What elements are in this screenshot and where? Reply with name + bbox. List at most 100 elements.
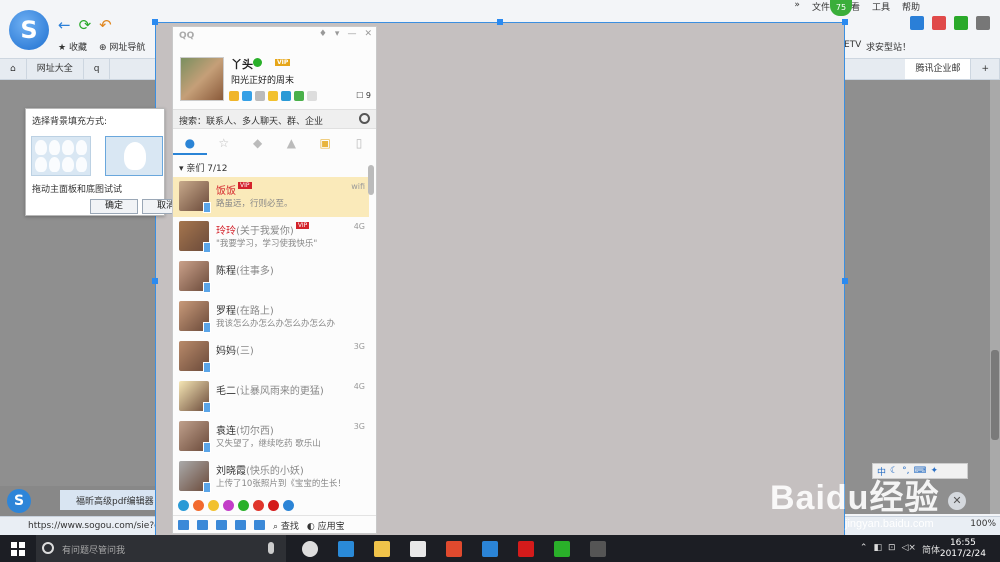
close-icon[interactable]: ✕	[364, 29, 372, 39]
network-icon[interactable]: ⊡	[888, 543, 896, 556]
taskbar-app-store[interactable]	[400, 535, 436, 562]
main-menu-icon[interactable]	[178, 520, 189, 530]
taskbar-app-green[interactable]	[544, 535, 580, 562]
back-icon[interactable]: ←	[58, 16, 71, 34]
page-scrollbar[interactable]	[990, 80, 1000, 514]
minimize-icon[interactable]: —	[347, 29, 356, 39]
signature[interactable]: 阳光正好的周末	[231, 73, 294, 86]
refresh-icon[interactable]: ⟳	[79, 16, 92, 34]
app-icon-6[interactable]	[253, 499, 264, 511]
search-input[interactable]: 搜索：联系人、多人聊天、群、企业	[173, 109, 376, 129]
skin-icon[interactable]: ♦	[319, 29, 327, 39]
taskbar-app-reader[interactable]	[508, 535, 544, 562]
cortana-icon[interactable]	[42, 542, 54, 554]
resize-handle-t[interactable]	[497, 19, 503, 25]
sogou-logo[interactable]: S	[9, 10, 49, 50]
tray-expand-icon[interactable]: ⌃	[860, 543, 868, 556]
new-tab-button[interactable]: +	[971, 59, 1000, 79]
list-item[interactable]: 袁连(切尔西) 又失望了，继续吃药 歌乐山 3G	[173, 417, 369, 457]
tab-q[interactable]: q	[84, 59, 111, 79]
volume-tray-icon[interactable]: ◁×	[902, 543, 916, 556]
menu-tools[interactable]: 工具	[872, 0, 890, 14]
list-item[interactable]: 玲玲(关于我爱你)VIP "我要学习，学习使我快乐" 4G	[173, 217, 369, 257]
nav-link[interactable]: ⊕ 网址导航	[99, 40, 145, 53]
resize-handle-r[interactable]	[842, 278, 848, 284]
mic-icon[interactable]	[268, 542, 274, 554]
app-icon-1[interactable]	[178, 499, 189, 511]
app-icon-2[interactable]	[193, 499, 204, 511]
extension-icon[interactable]	[932, 16, 946, 30]
online-status-icon[interactable]	[253, 58, 262, 67]
resize-handle-tr[interactable]	[842, 19, 848, 25]
ok-button[interactable]: 确定	[90, 199, 138, 214]
nickname[interactable]: 丫头	[231, 56, 253, 72]
scissors-icon[interactable]	[954, 16, 968, 30]
list-item[interactable]: 妈妈(三) 3G	[173, 337, 369, 377]
zone-icon[interactable]	[242, 91, 252, 101]
browser-icon[interactable]	[281, 91, 291, 101]
menu-help[interactable]: 帮助	[902, 0, 920, 14]
taskbar-search[interactable]: 有问题尽管问我	[36, 535, 286, 562]
resize-handle-l[interactable]	[152, 278, 158, 284]
undo-icon[interactable]: ↶	[99, 16, 112, 34]
menu-more[interactable]: »	[794, 0, 800, 14]
star-icon[interactable]	[229, 91, 239, 101]
taskbar-app-explorer[interactable]	[364, 535, 400, 562]
tab-contacts[interactable]: ●	[173, 131, 207, 155]
list-item[interactable]: 毛二(让暴风雨来的更猛) 4G	[173, 377, 369, 417]
sogou-input-icon[interactable]: S	[7, 489, 31, 513]
fill-option-tile[interactable]	[31, 136, 91, 176]
list-item[interactable]: 罗程(在路上) 我该怎么办怎么办怎么办怎么办	[173, 297, 369, 337]
message-count[interactable]: ☐ 9	[356, 91, 371, 100]
contact-avatar[interactable]	[179, 181, 211, 213]
download-icon[interactable]	[910, 16, 924, 30]
tab-home[interactable]: ⌂	[0, 59, 27, 79]
windows-start-icon[interactable]	[11, 542, 25, 556]
settings-dropdown-icon[interactable]: ▾	[335, 29, 340, 39]
tab-recent[interactable]: ▣	[308, 131, 342, 155]
contact-avatar[interactable]	[179, 461, 211, 493]
zoom-level[interactable]: 100%	[970, 519, 996, 529]
tab-devices[interactable]: ▯	[342, 131, 376, 155]
mail-icon[interactable]	[255, 91, 265, 101]
contact-avatar[interactable]	[179, 261, 211, 293]
app-icon-5[interactable]	[238, 499, 249, 511]
favorite-site[interactable]: 求安型站！	[866, 40, 911, 53]
tab-tencent-mail[interactable]: 腾讯企业邮	[905, 59, 972, 79]
picture-icon[interactable]	[254, 520, 265, 530]
app-icon-4[interactable]	[223, 499, 234, 511]
contact-avatar[interactable]	[179, 381, 211, 413]
app-icon-8[interactable]	[283, 499, 294, 511]
contact-avatar[interactable]	[179, 301, 211, 333]
list-item[interactable]: 刘晓霞(快乐的小妖) 上传了10张照片到《宝宝的生长！	[173, 457, 369, 497]
app-icon-3[interactable]	[208, 499, 219, 511]
list-item[interactable]: 陈程(往事多)	[173, 257, 369, 297]
tab-site-directory[interactable]: 网址大全	[27, 59, 84, 79]
game-icon[interactable]	[294, 91, 304, 101]
settings-icon[interactable]	[197, 520, 208, 530]
folder-icon[interactable]	[235, 520, 246, 530]
taskbar-app-pdf[interactable]	[436, 535, 472, 562]
taskbar-app-sogou[interactable]	[472, 535, 508, 562]
contact-avatar[interactable]	[179, 221, 211, 253]
tray-app-icon[interactable]: ◧	[873, 543, 882, 556]
tab-favorites[interactable]: ☆	[207, 131, 241, 155]
weiyun-icon[interactable]	[307, 91, 317, 101]
find-button[interactable]: ⌕ 查找	[273, 519, 299, 532]
contact-avatar[interactable]	[179, 421, 211, 453]
avatar[interactable]	[180, 57, 224, 101]
clock[interactable]: 16:55 2017/2/24	[940, 538, 986, 560]
app-icon-7[interactable]	[268, 499, 279, 511]
taskbar-app-qq[interactable]	[580, 535, 616, 562]
fill-option-stretch[interactable]	[105, 136, 163, 176]
menu-icon[interactable]	[976, 16, 990, 30]
search-icon[interactable]	[359, 113, 370, 124]
app-store-button[interactable]: ◐ 应用宝	[307, 519, 345, 532]
scroll-thumb[interactable]	[991, 350, 999, 440]
resize-handle-tl[interactable]	[152, 19, 158, 25]
contact-avatar[interactable]	[179, 341, 211, 373]
taskbar-app-taskview[interactable]	[292, 535, 328, 562]
menu-file[interactable]: 文件	[812, 0, 830, 14]
favorite-cctv[interactable]: ETV	[844, 40, 861, 50]
close-icon[interactable]: ✕	[948, 492, 966, 510]
